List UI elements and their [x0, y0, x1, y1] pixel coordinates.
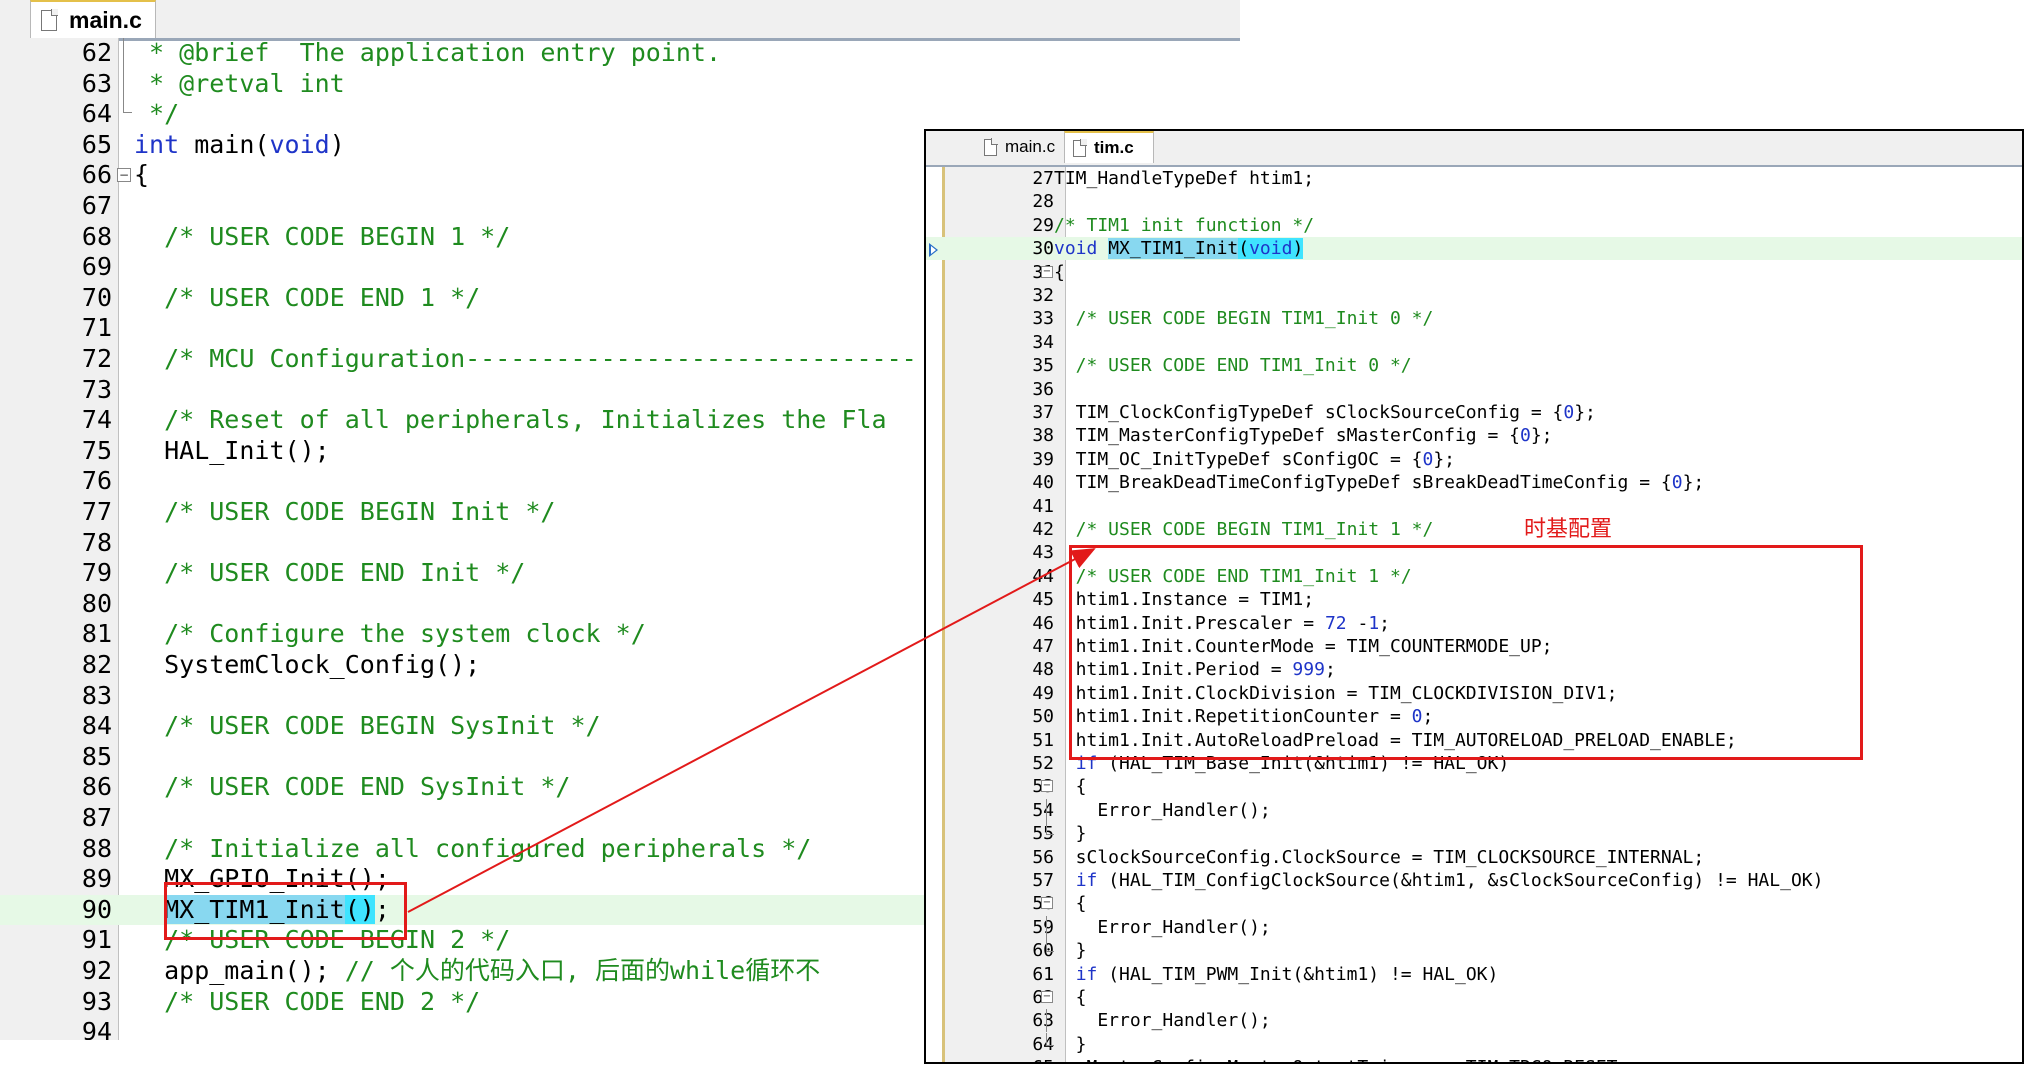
- call-to-definition-arrow: [407, 548, 1096, 913]
